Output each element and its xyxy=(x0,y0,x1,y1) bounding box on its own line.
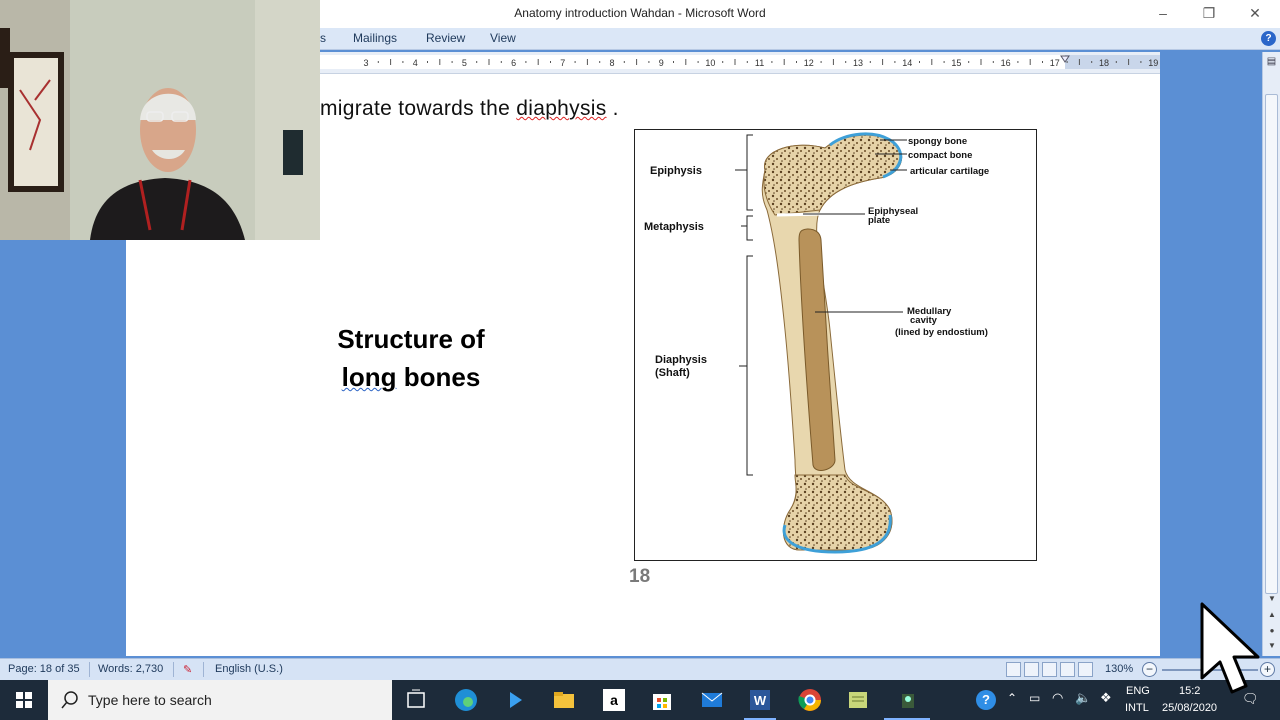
tab-mailings[interactable]: Mailings xyxy=(353,31,397,45)
webcam-overlay xyxy=(0,0,320,240)
amazon-icon[interactable]: a xyxy=(600,686,628,714)
print-layout-view-icon[interactable] xyxy=(1006,662,1021,677)
status-bar: Page: 18 of 35 Words: 2,730 ✎ English (U… xyxy=(0,658,1280,680)
proofing-icon[interactable]: ✎ xyxy=(183,663,192,676)
webcam-video xyxy=(0,0,320,240)
outline-view-icon[interactable] xyxy=(1060,662,1075,677)
help-icon[interactable]: ? xyxy=(1261,31,1276,46)
search-icon xyxy=(61,691,78,709)
file-explorer-icon[interactable] xyxy=(550,686,578,714)
ruler-number: 8 xyxy=(609,58,614,68)
minimize-button[interactable]: – xyxy=(1140,2,1186,26)
ruler-number: 11 xyxy=(755,58,764,68)
heading-line-2-rest: bones xyxy=(396,362,481,392)
zoom-level[interactable]: 130% xyxy=(1105,663,1133,675)
body-text-line: migrate towards the diaphysis . xyxy=(320,97,619,121)
mail-icon[interactable] xyxy=(698,686,726,714)
label-shaft: (Shaft) xyxy=(655,367,690,379)
grammar-flag-word[interactable]: long xyxy=(342,362,397,392)
wifi-icon[interactable]: ◠ xyxy=(1052,690,1063,706)
ruler-number: 12 xyxy=(804,58,814,68)
web-layout-view-icon[interactable] xyxy=(1042,662,1057,677)
label-diaphysis: Diaphysis xyxy=(655,354,707,366)
windows-logo-icon xyxy=(16,692,32,708)
task-view-icon[interactable] xyxy=(402,686,430,714)
status-separator xyxy=(173,662,174,677)
svg-text:W: W xyxy=(754,693,767,708)
tab-partial[interactable]: s xyxy=(320,31,326,45)
label-plate: plate xyxy=(868,215,890,226)
taskbar-search-box[interactable]: Type here to search xyxy=(48,680,392,720)
misspelled-word[interactable]: diaphysis xyxy=(516,97,606,120)
status-separator xyxy=(203,662,204,677)
page-count[interactable]: Page: 18 of 35 xyxy=(8,663,80,675)
ruler-number: 6 xyxy=(511,58,516,68)
input-language-line1[interactable]: ENG xyxy=(1126,685,1150,697)
scrollbar-thumb[interactable] xyxy=(1265,94,1278,594)
mouse-cursor-icon xyxy=(1200,602,1260,694)
heading-line-2: long bones xyxy=(291,358,531,396)
ruler-number: 17 xyxy=(1050,58,1060,68)
recorder-app-icon[interactable] xyxy=(894,686,922,714)
ruler-number: 3 xyxy=(363,58,368,68)
long-bone-diagram[interactable]: Epiphysis Metaphysis Diaphysis (Shaft) s… xyxy=(634,129,1037,561)
label-endostium: (lined by endostium) xyxy=(895,327,988,338)
ruler-toggle-icon[interactable]: ▤ xyxy=(1262,52,1280,74)
ruler-number: 15 xyxy=(951,58,961,68)
body-text-part1: migrate towards the xyxy=(320,97,517,120)
word-icon[interactable]: W xyxy=(746,686,774,714)
slide-heading: Structure of long bones xyxy=(291,320,531,396)
ruler-number: 5 xyxy=(462,58,467,68)
ruler-number: 13 xyxy=(853,58,863,68)
label-epiphysis: Epiphysis xyxy=(650,165,702,177)
vertical-scrollbar[interactable]: ▼ ▲ ● ▼ xyxy=(1262,74,1280,656)
full-screen-reading-icon[interactable] xyxy=(1024,662,1039,677)
search-placeholder: Type here to search xyxy=(88,692,212,708)
heading-line-1: Structure of xyxy=(337,324,485,354)
ruler-number: 9 xyxy=(659,58,664,68)
svg-text:a: a xyxy=(610,692,618,708)
volume-icon[interactable]: 🔈 xyxy=(1075,690,1091,706)
maximize-button[interactable]: ❐ xyxy=(1186,2,1232,26)
start-button[interactable] xyxy=(0,680,48,720)
visual-studio-code-icon[interactable] xyxy=(502,686,530,714)
notes-app-icon[interactable] xyxy=(844,686,872,714)
word-count[interactable]: Words: 2,730 xyxy=(98,663,163,675)
store-icon[interactable] xyxy=(648,686,676,714)
label-compact-bone: compact bone xyxy=(908,150,972,161)
help-tray-icon[interactable]: ? xyxy=(976,690,996,710)
label-spongy-bone: spongy bone xyxy=(908,136,967,147)
clock-date[interactable]: 25/08/2020 xyxy=(1162,702,1217,714)
horizontal-ruler[interactable]: 3 4 5 6 7 8 9 10 11 12 13 14 15 16 17 18 19 xyxy=(320,52,1160,74)
zoom-out-button[interactable]: − xyxy=(1142,662,1157,677)
chrome-icon[interactable] xyxy=(796,686,824,714)
input-language-line2[interactable]: INTL xyxy=(1125,702,1149,714)
ruler-number: 19 xyxy=(1148,58,1158,68)
tab-review[interactable]: Review xyxy=(426,31,465,45)
ruler-number: 7 xyxy=(560,58,565,68)
ruler-scale: 3 4 5 6 7 8 9 10 11 12 13 14 15 16 17 18 19 xyxy=(320,55,1160,69)
language-indicator[interactable]: English (U.S.) xyxy=(215,663,283,675)
draft-view-icon[interactable] xyxy=(1078,662,1093,677)
body-text-part2: . xyxy=(606,97,619,120)
dropbox-icon[interactable]: ❖ xyxy=(1100,690,1112,706)
ruler-number: 4 xyxy=(413,58,418,68)
taskbar: Type here to search a W ? ⌃ ▭ ◠ 🔈 ❖ ENG … xyxy=(0,680,1280,720)
chevron-up-icon[interactable]: ⌃ xyxy=(1007,691,1017,705)
label-cavity: cavity xyxy=(910,315,938,326)
battery-icon[interactable]: ▭ xyxy=(1029,691,1040,705)
ruler-number: 16 xyxy=(1001,58,1011,68)
ruler-number: 14 xyxy=(902,58,912,68)
close-button[interactable]: ✕ xyxy=(1232,2,1278,26)
ruler-number: 18 xyxy=(1099,58,1109,68)
bone-illustration: Epiphysis Metaphysis Diaphysis (Shaft) s… xyxy=(644,132,989,554)
page-number: 18 xyxy=(629,566,651,587)
label-articular-cartilage: articular cartilage xyxy=(910,166,989,177)
label-metaphysis: Metaphysis xyxy=(644,221,704,233)
edge-browser-icon[interactable] xyxy=(452,686,480,714)
tab-view[interactable]: View xyxy=(490,31,516,45)
status-separator xyxy=(89,662,90,677)
ruler-number: 10 xyxy=(705,58,715,68)
